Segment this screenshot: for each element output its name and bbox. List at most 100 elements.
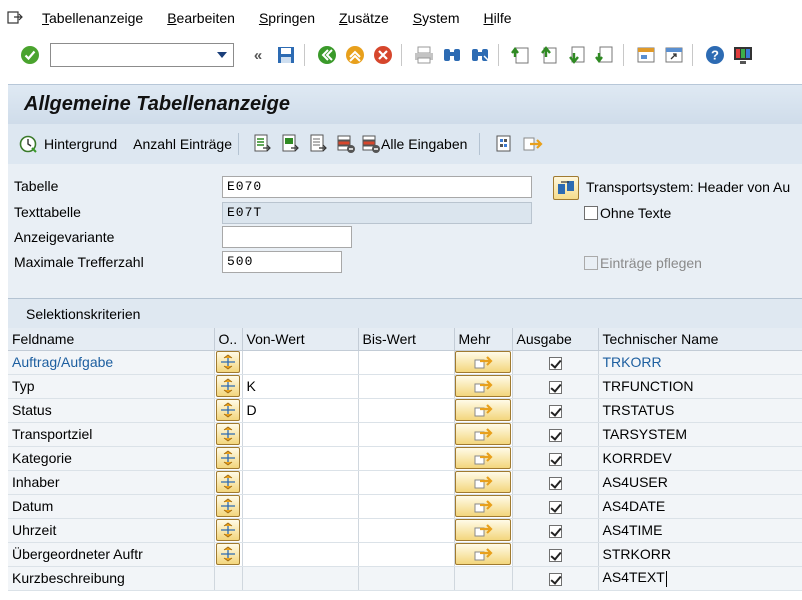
new-session-icon[interactable] — [634, 43, 658, 67]
all-entries-button[interactable]: Alle Eingaben — [361, 134, 467, 154]
application-toolbar: Hintergrund Anzahl Einträge Alle Eingabe… — [8, 124, 802, 164]
ohne-texte-label: Ohne Texte — [600, 205, 672, 221]
save-icon[interactable] — [274, 43, 298, 67]
delete-selection-icon[interactable] — [335, 133, 357, 155]
next-page-icon[interactable] — [565, 43, 589, 67]
column-header[interactable]: Von-Wert — [242, 328, 359, 351]
to-value-input[interactable] — [358, 542, 455, 567]
menu-item-springen[interactable]: Springen — [259, 10, 315, 26]
multiple-selection-icon[interactable] — [455, 543, 511, 565]
column-header[interactable]: Bis-Wert — [358, 328, 455, 351]
more-cell — [454, 422, 513, 447]
previous-page-icon[interactable] — [537, 43, 561, 67]
from-value-input[interactable] — [242, 470, 359, 495]
from-value-input[interactable]: D — [242, 398, 359, 423]
enter-icon[interactable] — [18, 43, 42, 67]
to-value-input[interactable] — [358, 446, 455, 471]
to-value-input[interactable] — [358, 350, 455, 375]
print-icon[interactable] — [412, 43, 436, 67]
from-value-input[interactable] — [242, 518, 359, 543]
customize-layout-icon[interactable] — [731, 43, 755, 67]
output-checkbox[interactable] — [548, 404, 562, 418]
technical-name: TRSTATUS — [598, 398, 802, 423]
from-value-input[interactable] — [242, 566, 359, 591]
output-checkbox[interactable] — [548, 452, 562, 466]
column-header[interactable]: Mehr — [454, 328, 513, 351]
from-value-input[interactable]: K — [242, 374, 359, 399]
column-header[interactable]: Feldname — [8, 328, 215, 351]
find-icon[interactable] — [440, 43, 464, 67]
help-icon[interactable]: ? — [703, 43, 727, 67]
ohne-texte-box[interactable] — [584, 206, 598, 220]
tabelle-input[interactable]: E070 — [222, 176, 532, 198]
to-value-input[interactable] — [358, 398, 455, 423]
menu-exit-icon[interactable] — [0, 0, 30, 36]
multiple-selection-icon[interactable] — [455, 351, 511, 373]
selection-option-icon[interactable] — [216, 423, 240, 445]
menu-item-bearbeiten[interactable]: Bearbeiten — [167, 10, 235, 26]
output-checkbox[interactable] — [548, 500, 562, 514]
output-checkbox[interactable] — [548, 356, 562, 370]
to-value-input[interactable] — [358, 566, 455, 591]
column-header[interactable]: Technischer Name — [598, 328, 802, 351]
command-field[interactable] — [50, 43, 234, 67]
dropdown-icon[interactable] — [217, 52, 227, 58]
menu-item-tabellenanzeige[interactable]: Tabellenanzeige — [42, 10, 143, 26]
to-value-input[interactable] — [358, 494, 455, 519]
selection-option-icon[interactable] — [216, 447, 240, 469]
to-value-input[interactable] — [358, 518, 455, 543]
select-block-icon[interactable] — [279, 133, 301, 155]
select-fields-icon[interactable] — [307, 133, 329, 155]
multiple-selection-icon[interactable] — [455, 495, 511, 517]
selection-option-icon[interactable] — [216, 375, 240, 397]
multiple-selection-icon[interactable] — [455, 447, 511, 469]
selection-option-icon[interactable] — [216, 543, 240, 565]
find-next-icon[interactable] — [468, 43, 492, 67]
selection-option-icon[interactable] — [216, 471, 240, 493]
multiple-selection-icon[interactable] — [455, 471, 511, 493]
multiple-selection-icon[interactable] — [455, 423, 511, 445]
number-of-entries-button[interactable]: Anzahl Einträge — [133, 136, 232, 152]
column-header[interactable]: O.. — [214, 328, 243, 351]
create-shortcut-icon[interactable] — [662, 43, 686, 67]
output-checkbox[interactable] — [548, 572, 562, 586]
to-value-input[interactable] — [358, 422, 455, 447]
collapse-icon[interactable]: « — [246, 43, 270, 67]
menu-item-zus-tze[interactable]: Zusätze — [339, 10, 389, 26]
forward-icon[interactable] — [522, 133, 544, 155]
column-header[interactable]: Ausgabe — [512, 328, 599, 351]
select-all-icon[interactable] — [251, 133, 273, 155]
output-checkbox[interactable] — [548, 380, 562, 394]
from-value-input[interactable] — [242, 542, 359, 567]
first-page-icon[interactable] — [509, 43, 533, 67]
multiple-selection-icon[interactable] — [455, 375, 511, 397]
multiple-selection-icon[interactable] — [455, 399, 511, 421]
output-checkbox[interactable] — [548, 548, 562, 562]
output-checkbox[interactable] — [548, 428, 562, 442]
from-value-input[interactable] — [242, 494, 359, 519]
menu-item-hilfe[interactable]: Hilfe — [483, 10, 511, 26]
to-value-input[interactable] — [358, 470, 455, 495]
from-value-input[interactable] — [242, 446, 359, 471]
output-checkbox[interactable] — [548, 524, 562, 538]
from-value-input[interactable] — [242, 350, 359, 375]
to-value-input[interactable] — [358, 374, 455, 399]
transport-organizer-icon[interactable] — [553, 176, 579, 200]
selection-option-icon[interactable] — [216, 399, 240, 421]
selection-option-icon[interactable] — [216, 519, 240, 541]
output-checkbox[interactable] — [548, 476, 562, 490]
from-value-input[interactable] — [242, 422, 359, 447]
anzeigevariante-input[interactable] — [222, 226, 352, 248]
ohne-texte-checkbox[interactable]: Ohne Texte — [584, 205, 671, 221]
variant-icon[interactable] — [492, 133, 514, 155]
selection-option-icon[interactable] — [216, 495, 240, 517]
multiple-selection-icon[interactable] — [455, 519, 511, 541]
menu-item-system[interactable]: System — [413, 10, 460, 26]
cancel-icon[interactable] — [371, 43, 395, 67]
last-page-icon[interactable] — [593, 43, 617, 67]
max-trefferzahl-input[interactable]: 500 — [222, 251, 342, 273]
selection-option-icon[interactable] — [216, 351, 240, 373]
back-icon[interactable] — [315, 43, 339, 67]
background-button[interactable]: Hintergrund — [18, 134, 117, 154]
exit-icon[interactable] — [343, 43, 367, 67]
